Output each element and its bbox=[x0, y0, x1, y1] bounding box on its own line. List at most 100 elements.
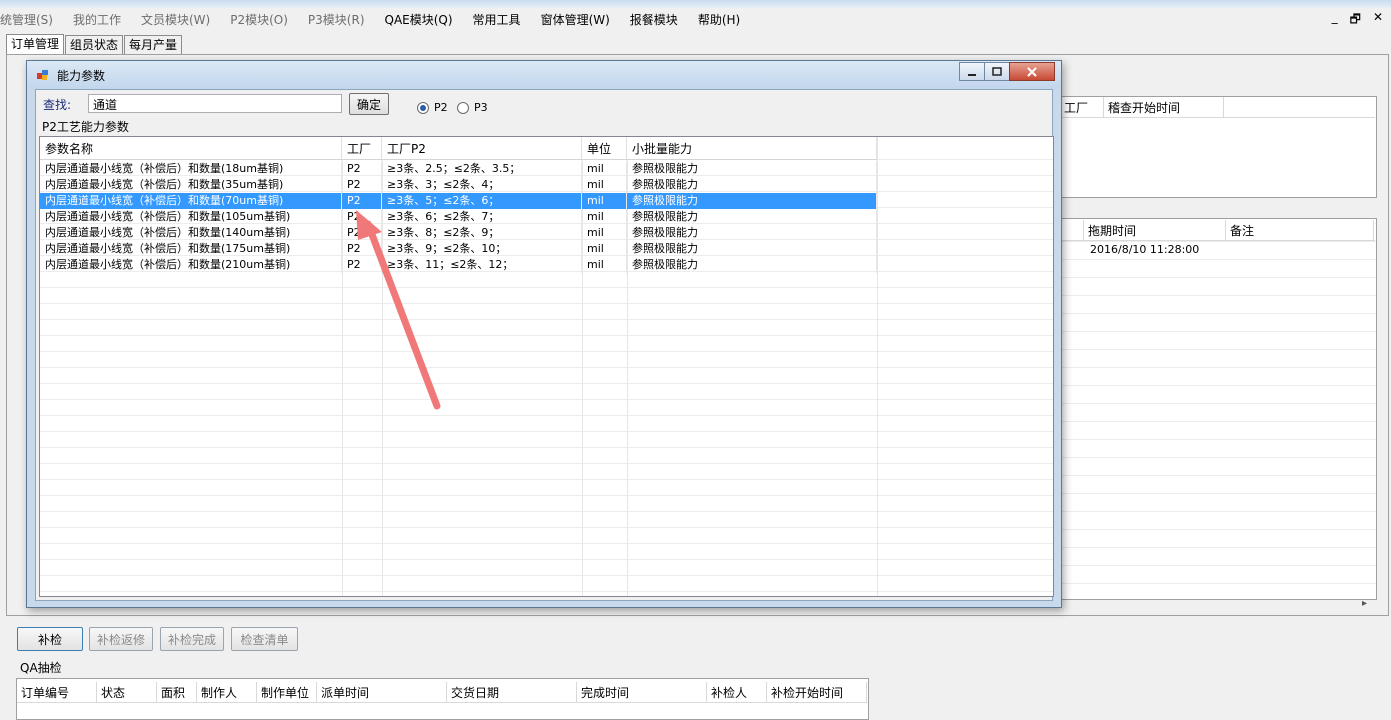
cell-p2: ≥3条、2.5；≤2条、3.5； bbox=[382, 161, 582, 177]
qa-col-3[interactable]: 制作人 bbox=[197, 682, 257, 702]
radio-p2[interactable]: P2 bbox=[417, 101, 448, 114]
table-row[interactable]: 内层通道最小线宽（补偿后）和数量(105um基铜) P2 ≥3条、6；≤2条、7； m… bbox=[40, 209, 877, 225]
menu-item-4[interactable]: P3模块(R) bbox=[298, 9, 375, 31]
radio-p3[interactable]: P3 bbox=[457, 101, 488, 114]
capability-grid: 参数名称 工厂 工厂P2 单位 小批量能力 内层通道最小线宽（补偿后）和数量(1… bbox=[39, 136, 1054, 597]
menu-item-1[interactable]: 我的工作 bbox=[63, 9, 131, 31]
recheck-repair-button[interactable]: 补检返修 bbox=[89, 627, 153, 651]
table-row[interactable]: 内层通道最小线宽（补偿后）和数量(70um基铜) P2 ≥3条、5；≤2条、6； mi… bbox=[40, 193, 877, 209]
dialog-title: 能力参数 bbox=[57, 69, 106, 83]
table-row[interactable]: 内层通道最小线宽（补偿后）和数量(175um基铜) P2 ≥3条、9；≤2条、10；… bbox=[40, 241, 877, 257]
cell-unit: mil bbox=[582, 257, 627, 273]
radio-p2-dot bbox=[417, 101, 429, 114]
cell-factory: P2 bbox=[342, 209, 382, 225]
tab-order-management[interactable]: 订单管理 bbox=[6, 34, 65, 56]
table-row[interactable]: 内层通道最小线宽（补偿后）和数量(35um基铜) P2 ≥3条、3；≤2条、4； mi… bbox=[40, 177, 877, 193]
cell-factory: P2 bbox=[342, 193, 382, 209]
top-grid-header: 工厂 稽查开始时间 bbox=[1060, 97, 1375, 118]
cell-p2: ≥3条、3；≤2条、4； bbox=[382, 177, 582, 193]
qa-col-5[interactable]: 派单时间 bbox=[317, 682, 447, 702]
cell-factory: P2 bbox=[342, 161, 382, 177]
middle-grid-delay-value: 2016/8/10 11:28:00 bbox=[1090, 243, 1200, 256]
qa-col-2[interactable]: 面积 bbox=[157, 682, 197, 702]
scroll-right-icon[interactable]: ▸ bbox=[1362, 598, 1367, 609]
cell-small: 参照极限能力 bbox=[627, 193, 877, 209]
col-factory-p2[interactable]: 工厂P2 bbox=[382, 137, 582, 159]
cell-factory: P2 bbox=[342, 257, 382, 273]
menu-item-8[interactable]: 报餐模块 bbox=[620, 9, 688, 31]
radio-p2-label: P2 bbox=[434, 101, 448, 114]
cell-unit: mil bbox=[582, 209, 627, 225]
cell-name: 内层通道最小线宽（补偿后）和数量(210um基铜) bbox=[40, 257, 342, 273]
menu-item-2[interactable]: 文员模块(W) bbox=[131, 9, 220, 31]
cell-name: 内层通道最小线宽（补偿后）和数量(70um基铜) bbox=[40, 193, 342, 209]
restore-icon[interactable]: 🗗 bbox=[1350, 10, 1361, 31]
table-row[interactable]: 内层通道最小线宽（补偿后）和数量(210um基铜) P2 ≥3条、11；≤2条、12… bbox=[40, 257, 877, 273]
check-list-button[interactable]: 检查清单 bbox=[231, 627, 298, 651]
col-factory[interactable]: 工厂 bbox=[342, 137, 382, 159]
cell-p2: ≥3条、8；≤2条、9； bbox=[382, 225, 582, 241]
menu-item-9[interactable]: 帮助(H) bbox=[688, 9, 750, 31]
cell-unit: mil bbox=[582, 161, 627, 177]
top-grid-col-factory: 工厂 bbox=[1060, 97, 1104, 117]
qa-col-6[interactable]: 交货日期 bbox=[447, 682, 577, 702]
col-param-name[interactable]: 参数名称 bbox=[40, 137, 342, 159]
cell-unit: mil bbox=[582, 177, 627, 193]
dialog-close-button[interactable] bbox=[1009, 62, 1055, 81]
qa-col-1[interactable]: 状态 bbox=[97, 682, 157, 702]
group-label: P2工艺能力参数 bbox=[42, 120, 129, 134]
qa-col-0[interactable]: 订单编号 bbox=[17, 682, 97, 702]
cell-small: 参照极限能力 bbox=[627, 209, 877, 225]
menu-item-7[interactable]: 窗体管理(W) bbox=[531, 9, 620, 31]
table-row[interactable]: 内层通道最小线宽（补偿后）和数量(18um基铜) P2 ≥3条、2.5；≤2条、3.… bbox=[40, 161, 877, 177]
dialog-body: 查找: 通道 确定 P2 P3 P2工艺能力参数 参数名称 工厂 工厂P2 单位… bbox=[35, 89, 1054, 601]
close-icon bbox=[1027, 66, 1037, 77]
recheck-done-button[interactable]: 补检完成 bbox=[160, 627, 224, 651]
search-input[interactable]: 通道 bbox=[88, 94, 342, 113]
cell-name: 内层通道最小线宽（补偿后）和数量(105um基铜) bbox=[40, 209, 342, 225]
menu-bar: 统管理(S) 我的工作 文员模块(W) P2模块(O) P3模块(R) QAE模块(Q) 常… bbox=[0, 8, 1391, 32]
radio-p3-label: P3 bbox=[474, 101, 488, 114]
cell-factory: P2 bbox=[342, 225, 382, 241]
close-icon[interactable]: ✕ bbox=[1373, 10, 1383, 31]
cell-p2: ≥3条、6；≤2条、7； bbox=[382, 209, 582, 225]
cell-name: 内层通道最小线宽（补偿后）和数量(35um基铜) bbox=[40, 177, 342, 193]
cell-factory: P2 bbox=[342, 241, 382, 257]
menu-item-0[interactable]: 统管理(S) bbox=[0, 9, 63, 31]
cell-unit: mil bbox=[582, 193, 627, 209]
minimize-icon[interactable]: _ bbox=[1332, 10, 1338, 31]
menu-item-5[interactable]: QAE模块(Q) bbox=[375, 9, 463, 31]
cell-name: 内层通道最小线宽（补偿后）和数量(175um基铜) bbox=[40, 241, 342, 257]
dialog-titlebar[interactable]: 能力参数 bbox=[27, 61, 1061, 89]
qa-section-label: QA抽检 bbox=[20, 661, 62, 675]
cell-small: 参照极限能力 bbox=[627, 257, 877, 273]
qa-col-8[interactable]: 补检人 bbox=[707, 682, 767, 702]
cell-small: 参照极限能力 bbox=[627, 225, 877, 241]
qa-col-7[interactable]: 完成时间 bbox=[577, 682, 707, 702]
middle-grid-col-delay: 拖期时间 bbox=[1084, 220, 1226, 240]
menu-item-6[interactable]: 常用工具 bbox=[463, 9, 531, 31]
top-grid-col-audit-start: 稽查开始时间 bbox=[1104, 97, 1224, 117]
minimize-icon bbox=[968, 73, 976, 76]
cell-unit: mil bbox=[582, 241, 627, 257]
dialog-maximize-button[interactable] bbox=[984, 62, 1010, 81]
cell-unit: mil bbox=[582, 225, 627, 241]
table-row[interactable]: 内层通道最小线宽（补偿后）和数量(140um基铜) P2 ≥3条、8；≤2条、9； m… bbox=[40, 225, 877, 241]
cell-p2: ≥3条、9；≤2条、10； bbox=[382, 241, 582, 257]
qa-col-9[interactable]: 补检开始时间 bbox=[767, 682, 867, 702]
cell-small: 参照极限能力 bbox=[627, 177, 877, 193]
radio-p3-dot bbox=[457, 101, 469, 114]
cell-small: 参照极限能力 bbox=[627, 161, 877, 177]
confirm-button[interactable]: 确定 bbox=[349, 93, 389, 115]
menu-item-3[interactable]: P2模块(O) bbox=[220, 9, 298, 31]
dialog-minimize-button[interactable] bbox=[959, 62, 985, 81]
qa-col-4[interactable]: 制作单位 bbox=[257, 682, 317, 702]
main-window-controls: _ 🗗 ✕ bbox=[1332, 10, 1383, 31]
recheck-button[interactable]: 补检 bbox=[17, 627, 83, 651]
cell-factory: P2 bbox=[342, 177, 382, 193]
col-unit[interactable]: 单位 bbox=[582, 137, 627, 159]
middle-grid-header: 拖期时间 备注 bbox=[1060, 220, 1375, 241]
col-small-batch[interactable]: 小批量能力 bbox=[627, 137, 877, 159]
cell-p2: ≥3条、11；≤2条、12； bbox=[382, 257, 582, 273]
qa-grid-header: 订单编号 状态 面积 制作人 制作单位 派单时间 交货日期 完成时间 补检人 补检开始时间 bbox=[17, 682, 867, 703]
